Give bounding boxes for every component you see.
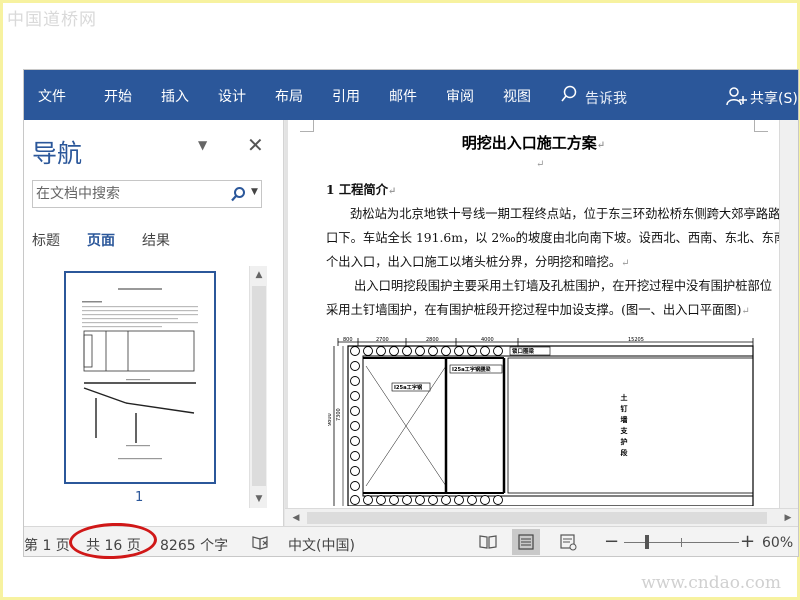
navigation-pane: 导航 ▼ ✕ ▼ 标题 页面 结果 [24,120,284,526]
zoom-slider-center-tick [681,538,682,547]
tab-references[interactable]: 引用 [332,86,360,106]
status-page[interactable]: 第 1 页 [24,535,70,555]
body-line: 个出入口，出入口施工以堵头桩分界，分明挖和暗挖。↵ [326,255,630,269]
page-thumbnails: 1 [24,266,270,526]
print-layout-button[interactable] [512,529,540,555]
tab-view[interactable]: 视图 [503,86,531,106]
zoom-out-button[interactable]: − [604,531,619,552]
nav-search-box[interactable]: ▼ [32,180,262,208]
watermark-bottom: www.cndao.com [641,573,781,593]
status-language[interactable]: 中文(中国) [288,535,355,555]
ribbon-tabs-bar: 文件 开始 插入 设计 布局 引用 邮件 审阅 视图 告诉我 共享(S) [24,70,798,120]
document-title: 明挖出入口施工方案↵ [461,134,606,152]
nav-tab-results[interactable]: 结果 [142,230,170,250]
share-button[interactable]: 共享(S) [750,88,798,108]
status-word-count[interactable]: 8265 个字 [160,535,228,555]
body-line: 采用土钉墙围护，在有围护桩段开挖过程中加设支撑。(图一、出入口平面图)↵ [326,303,750,317]
dim-label: 2700 [376,337,389,343]
tab-insert[interactable]: 插入 [161,86,189,106]
word-window: 文件 开始 插入 设计 布局 引用 邮件 审阅 视图 告诉我 共享(S) 导航 … [23,69,799,557]
search-icon[interactable] [230,186,246,202]
dim-label: 2800 [426,337,439,343]
drawing-label: 土钉墙支护段 [620,393,629,460]
screenshot-frame: 中国道桥网 文件 开始 插入 设计 布局 引用 邮件 审阅 视图 告诉我 共享(… [0,0,800,600]
document-page[interactable]: 明挖出入口施工方案↵ ↵ 1 工程简介↵ 劲松站为北京地铁十号线一期工程终点站，… [288,120,798,508]
zoom-level[interactable]: 60% [762,535,793,551]
nav-search-input[interactable] [33,181,223,207]
tab-design[interactable]: 设计 [218,86,246,106]
search-dropdown-icon[interactable]: ▼ [251,187,258,197]
tab-home[interactable]: 开始 [104,86,132,106]
lightbulb-search-icon[interactable] [560,85,578,103]
drawing-label: 锁口圈梁 [512,347,535,355]
drawing-label: I25a工字钢腰梁 [452,365,491,373]
zoom-in-button[interactable]: + [740,531,755,552]
nav-options-caret-icon[interactable]: ▼ [198,138,207,152]
thumbnail-page-number: 1 [135,490,144,505]
nav-close-icon[interactable]: ✕ [247,133,264,157]
watermark-top: 中国道桥网 [7,10,97,30]
doc-vertical-scrollbar[interactable] [779,120,798,508]
nav-vertical-scrollbar[interactable]: ▲ ▼ [249,266,267,508]
tab-mailings[interactable]: 邮件 [389,86,417,106]
tab-review[interactable]: 审阅 [446,86,474,106]
scroll-up-icon[interactable]: ▲ [250,266,268,284]
hscroll-thumb[interactable] [307,512,767,524]
drawing-label: I25a工字钢 [394,383,422,391]
page-thumbnail[interactable] [64,271,216,484]
print-layout-icon [518,534,534,550]
scroll-down-icon[interactable]: ▼ [250,490,268,508]
paragraph-mark: ↵ [536,159,545,170]
dim-label: 800 [343,337,353,343]
proofing-icon[interactable] [251,535,269,551]
body-line: 口下。车站全长 191.6m，以 2‰的坡度由北向南下坡。设西北、西南、东北、东… [326,231,799,245]
share-person-icon[interactable] [726,86,748,106]
read-mode-button[interactable] [474,529,502,555]
dim-label: 15205 [628,337,644,343]
document-canvas[interactable]: 明挖出入口施工方案↵ ↵ 1 工程简介↵ 劲松站为北京地铁十号线一期工程终点站，… [285,120,798,508]
scroll-left-icon[interactable]: ◀ [287,509,305,527]
web-layout-button[interactable] [554,529,582,555]
tab-file[interactable]: 文件 [38,86,66,106]
nav-pane-title: 导航 [32,139,83,168]
nav-tab-pages[interactable]: 页面 [87,230,115,250]
body-line: 出入口明挖段围护主要采用土钉墙及孔桩围护，在开挖过程中没有围护桩部位 [354,279,773,293]
entrance-plan-drawing[interactable]: 800 2700 2800 4000 15205 9800 7300 锁口圈梁 … [328,336,758,506]
read-mode-icon [479,535,497,549]
zoom-slider-thumb[interactable] [645,535,649,549]
web-layout-icon [560,534,577,551]
tab-layout[interactable]: 布局 [275,86,303,106]
tell-me-box[interactable]: 告诉我 [585,88,627,108]
nav-scroll-thumb[interactable] [252,286,266,486]
nav-tab-headings[interactable]: 标题 [32,230,60,250]
scroll-right-icon[interactable]: ▶ [779,509,797,527]
section-heading: 1 工程简介↵ [326,182,397,197]
thumbnail-preview-icon [82,288,198,460]
margin-corner-mark [754,120,768,132]
dim-label: 7300 [336,408,342,421]
body-line: 劲松站为北京地铁十号线一期工程终点站，位于东三环劲松桥东侧跨大郊亭路路 [350,207,781,221]
dim-label: 9800 [328,413,333,426]
doc-horizontal-scrollbar[interactable]: ◀ ▶ [285,508,798,527]
margin-corner-mark [300,120,314,132]
dim-label: 4000 [481,337,494,343]
